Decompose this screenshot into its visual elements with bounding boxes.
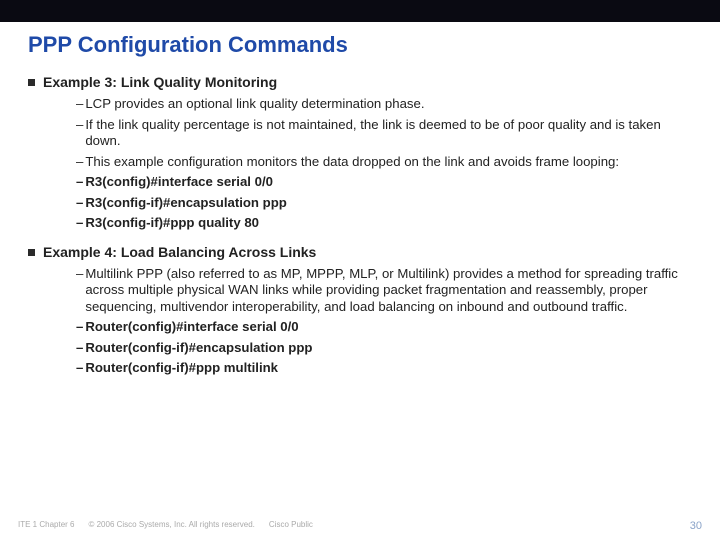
config-text: R3(config-if)#encapsulation ppp xyxy=(85,195,286,212)
example-4-bullets: –Multilink PPP (also referred to as MP, … xyxy=(76,266,692,377)
example-4-heading: Example 4: Load Balancing Across Links xyxy=(43,244,316,260)
dash-icon: – xyxy=(76,195,83,212)
bullet-item: –This example configuration monitors the… xyxy=(76,154,692,171)
dash-icon: – xyxy=(76,360,83,377)
config-line: –Router(config-if)#encapsulation ppp xyxy=(76,340,692,357)
dash-icon: – xyxy=(76,174,83,191)
config-text: R3(config)#interface serial 0/0 xyxy=(85,174,273,191)
config-text: Router(config-if)#encapsulation ppp xyxy=(85,340,312,357)
slide: PPP Configuration Commands Example 3: Li… xyxy=(0,0,720,540)
bullet-text: LCP provides an optional link quality de… xyxy=(85,96,424,113)
dash-icon: – xyxy=(76,215,83,232)
example-3-heading: Example 3: Link Quality Monitoring xyxy=(43,74,277,90)
footer-chapter: ITE 1 Chapter 6 xyxy=(18,520,74,532)
bullet-square-icon xyxy=(28,79,35,86)
example-3-bullets: –LCP provides an optional link quality d… xyxy=(76,96,692,232)
top-bar xyxy=(0,0,720,22)
footer-public: Cisco Public xyxy=(269,520,313,532)
config-text: Router(config-if)#ppp multilink xyxy=(85,360,278,377)
config-line: –R3(config-if)#ppp quality 80 xyxy=(76,215,692,232)
config-line: –R3(config)#interface serial 0/0 xyxy=(76,174,692,191)
example-3-heading-row: Example 3: Link Quality Monitoring xyxy=(28,74,692,90)
config-line: –Router(config)#interface serial 0/0 xyxy=(76,319,692,336)
bullet-item: –If the link quality percentage is not m… xyxy=(76,117,692,150)
slide-title: PPP Configuration Commands xyxy=(0,22,720,64)
dash-icon: – xyxy=(76,319,83,336)
footer: ITE 1 Chapter 6 © 2006 Cisco Systems, In… xyxy=(0,520,720,532)
dash-icon: – xyxy=(76,266,83,316)
slide-content: Example 3: Link Quality Monitoring –LCP … xyxy=(0,64,720,540)
dash-icon: – xyxy=(76,154,83,171)
bullet-text: If the link quality percentage is not ma… xyxy=(85,117,692,150)
footer-copyright: © 2006 Cisco Systems, Inc. All rights re… xyxy=(88,520,254,532)
config-text: Router(config)#interface serial 0/0 xyxy=(85,319,298,336)
footer-left: ITE 1 Chapter 6 © 2006 Cisco Systems, In… xyxy=(18,520,313,532)
example-4-heading-row: Example 4: Load Balancing Across Links xyxy=(28,244,692,260)
bullet-text: This example configuration monitors the … xyxy=(85,154,619,171)
bullet-text: Multilink PPP (also referred to as MP, M… xyxy=(85,266,692,316)
config-line: –Router(config-if)#ppp multilink xyxy=(76,360,692,377)
bullet-item: –Multilink PPP (also referred to as MP, … xyxy=(76,266,692,316)
dash-icon: – xyxy=(76,340,83,357)
dash-icon: – xyxy=(76,117,83,150)
bullet-item: –LCP provides an optional link quality d… xyxy=(76,96,692,113)
dash-icon: – xyxy=(76,96,83,113)
bullet-square-icon xyxy=(28,249,35,256)
page-number: 30 xyxy=(690,520,702,532)
config-line: –R3(config-if)#encapsulation ppp xyxy=(76,195,692,212)
config-text: R3(config-if)#ppp quality 80 xyxy=(85,215,259,232)
